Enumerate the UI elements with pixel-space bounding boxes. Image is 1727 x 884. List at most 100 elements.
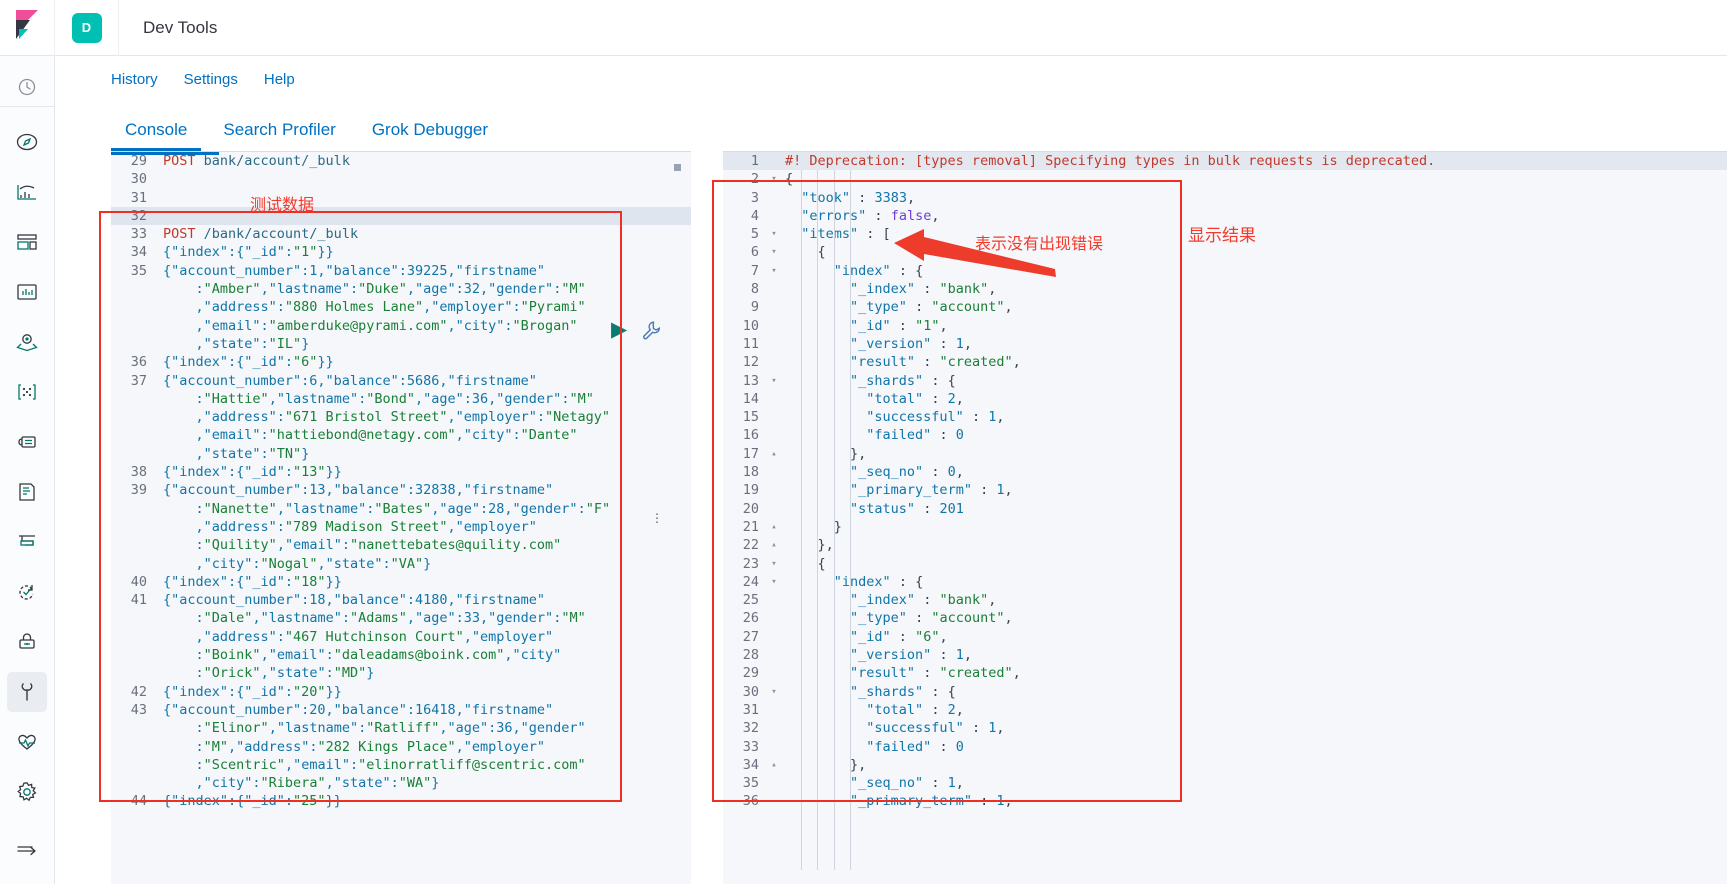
fold-toggle-icon[interactable]: ▾ — [769, 573, 779, 591]
line-number: 6 — [723, 243, 769, 262]
discover-icon — [16, 131, 38, 153]
code-line: 19 "_primary_term" : 1, — [723, 481, 1727, 500]
line-number: 28 — [723, 646, 769, 665]
response-editor-pane[interactable]: 1 #! Deprecation: [types removal] Specify… — [723, 151, 1727, 884]
code-line: 33 POST /bank/account/_bulk — [111, 225, 691, 244]
siem-icon — [17, 632, 37, 652]
code-line: · :"Amber","lastname":"Duke","age":32,"g… — [111, 280, 691, 299]
code-line: 8 "_index" : "bank", — [723, 280, 1727, 299]
fold-toggle-icon[interactable]: ▾ — [769, 555, 779, 573]
vertical-drag-handle-icon[interactable]: · · · — [652, 506, 662, 529]
tab-grok-debugger[interactable]: Grok Debugger — [358, 120, 502, 151]
fold-toggle-icon[interactable]: ▾ — [769, 225, 779, 243]
fold-toggle-icon[interactable]: ▾ — [769, 243, 779, 261]
code-line-text: :"Dale","lastname":"Adams","age":33,"gen… — [195, 610, 586, 627]
code-line: 16 "failed" : 0 — [723, 426, 1727, 445]
sidebar-item-maps[interactable] — [7, 322, 47, 362]
play-triangle-icon[interactable]: ▶ — [611, 319, 627, 340]
sidebar-item-visualize[interactable] — [7, 172, 47, 212]
line-number: 31 — [111, 188, 157, 207]
line-number: 33 — [723, 737, 769, 756]
sidebar-item-uptime[interactable] — [7, 572, 47, 612]
code-line: 42 {"index":{"_id":"20"}} — [111, 682, 691, 701]
code-line: 7 ▾ "index" : { — [723, 261, 1727, 281]
code-line: · ,"address":"671 Bristol Street","emplo… — [111, 408, 691, 427]
menu-item-settings[interactable]: Settings — [184, 71, 238, 88]
menu-item-help[interactable]: Help — [264, 71, 295, 88]
fold-toggle-icon[interactable]: ▴ — [769, 756, 779, 774]
line-number: 36 — [723, 792, 769, 811]
sidebar-item-machine-learning[interactable] — [7, 372, 47, 412]
code-line-text: "successful" : 1, — [866, 720, 1005, 737]
code-line-text: } — [833, 518, 842, 535]
code-line: · ,"city":"Ribera","state":"WA"} — [111, 774, 691, 793]
pane-accent-bar — [111, 152, 219, 155]
fold-toggle-icon[interactable]: ▴ — [769, 518, 779, 536]
sidebar-item-apm[interactable] — [7, 522, 47, 562]
tab-console[interactable]: Console — [111, 120, 202, 151]
sidebar-item-discover[interactable] — [7, 122, 47, 162]
sidebar-item-infrastructure[interactable] — [7, 422, 47, 462]
line-number: · — [111, 737, 157, 756]
fold-toggle-icon[interactable]: ▾ — [769, 170, 779, 188]
menu-item-history[interactable]: History — [111, 71, 158, 88]
response-code[interactable]: 1 #! Deprecation: [types removal] Specify… — [723, 152, 1727, 870]
line-number: · — [111, 408, 157, 427]
sidebar-item-canvas[interactable] — [7, 272, 47, 312]
indent-guide — [833, 170, 835, 870]
sidebar-item-monitoring[interactable] — [7, 722, 47, 762]
line-number: 30 — [723, 682, 769, 701]
fold-toggle-icon[interactable]: ▾ — [769, 683, 779, 701]
visualize-icon — [16, 182, 38, 202]
code-line-text: "_primary_term" : 1, — [850, 793, 1013, 810]
line-number: 30 — [111, 170, 157, 189]
code-line: · ,"address":"880 Holmes Lane","employer… — [111, 298, 691, 317]
sidebar-item-dashboard[interactable] — [7, 222, 47, 262]
line-number: 27 — [723, 627, 769, 647]
sidebar-item-siem[interactable] — [7, 622, 47, 662]
code-line-text: }, — [850, 445, 867, 462]
tab-search-profiler[interactable]: Search Profiler — [209, 120, 349, 151]
line-number: 26 — [723, 609, 769, 628]
collapse-square-icon[interactable] — [674, 164, 681, 171]
code-line-text: { — [817, 555, 826, 572]
sidebar-item-dev-tools[interactable] — [7, 672, 47, 712]
code-line-text: {"account_number":6,"balance":5686,"firs… — [163, 372, 537, 389]
code-line-text: { — [817, 244, 826, 261]
request-editor-pane[interactable]: 29 POST bank/account/_bulk 30 31 32 33 POST… — [111, 151, 691, 884]
code-line-text: :"Amber","lastname":"Duke","age":32,"gen… — [195, 281, 586, 298]
app-badge-container: D — [55, 0, 119, 56]
code-line: · ,"address":"789 Madison Street","emplo… — [111, 517, 691, 537]
code-line: 25 "_index" : "bank", — [723, 591, 1727, 610]
annotation-no-error-label: 表示没有出现错误 — [975, 234, 1104, 253]
line-number: 1 — [723, 152, 769, 171]
line-number: 31 — [723, 700, 769, 720]
code-line: 41 {"account_number":18,"balance":4180,"f… — [111, 591, 691, 610]
uptime-icon — [16, 582, 38, 602]
code-line-text: ,"address":"671 Bristol Street","employe… — [195, 409, 611, 426]
line-number: 2 — [723, 170, 769, 189]
wrench-icon[interactable] — [640, 319, 662, 346]
sidebar-item-recently-viewed[interactable] — [0, 67, 55, 107]
app-badge: D — [71, 12, 102, 43]
line-number: 14 — [723, 389, 769, 409]
line-number: · — [111, 646, 157, 665]
code-line: 9 "_type" : "account", — [723, 298, 1727, 317]
code-line-text: "total" : 2, — [866, 390, 964, 407]
code-line: 39 {"account_number":13,"balance":32838,"… — [111, 481, 691, 500]
code-line: 38 {"index":{"_id":"13"}} — [111, 463, 691, 482]
sidebar-item-collapse-nav[interactable] — [7, 830, 47, 870]
fold-toggle-icon[interactable]: ▾ — [769, 262, 779, 280]
dashboard-icon — [16, 232, 38, 252]
fold-toggle-icon[interactable]: ▴ — [769, 536, 779, 554]
code-line-text: ,"city":"Ribera","state":"WA"} — [195, 775, 440, 792]
dev-tools-tabs: Console Search Profiler Grok Debugger — [55, 102, 1727, 151]
fold-toggle-icon[interactable]: ▾ — [769, 372, 779, 390]
sidebar-item-logs[interactable] — [7, 472, 47, 512]
code-line: 44 {"index":{"_id":"25"}} — [111, 792, 691, 811]
request-code[interactable]: 29 POST bank/account/_bulk 30 31 32 33 POST… — [111, 152, 691, 811]
annotation-show-result-label: 显示结果 — [1188, 226, 1256, 246]
kibana-logo-button[interactable] — [0, 0, 55, 56]
fold-toggle-icon[interactable]: ▴ — [769, 445, 779, 463]
sidebar-item-management[interactable] — [7, 772, 47, 812]
